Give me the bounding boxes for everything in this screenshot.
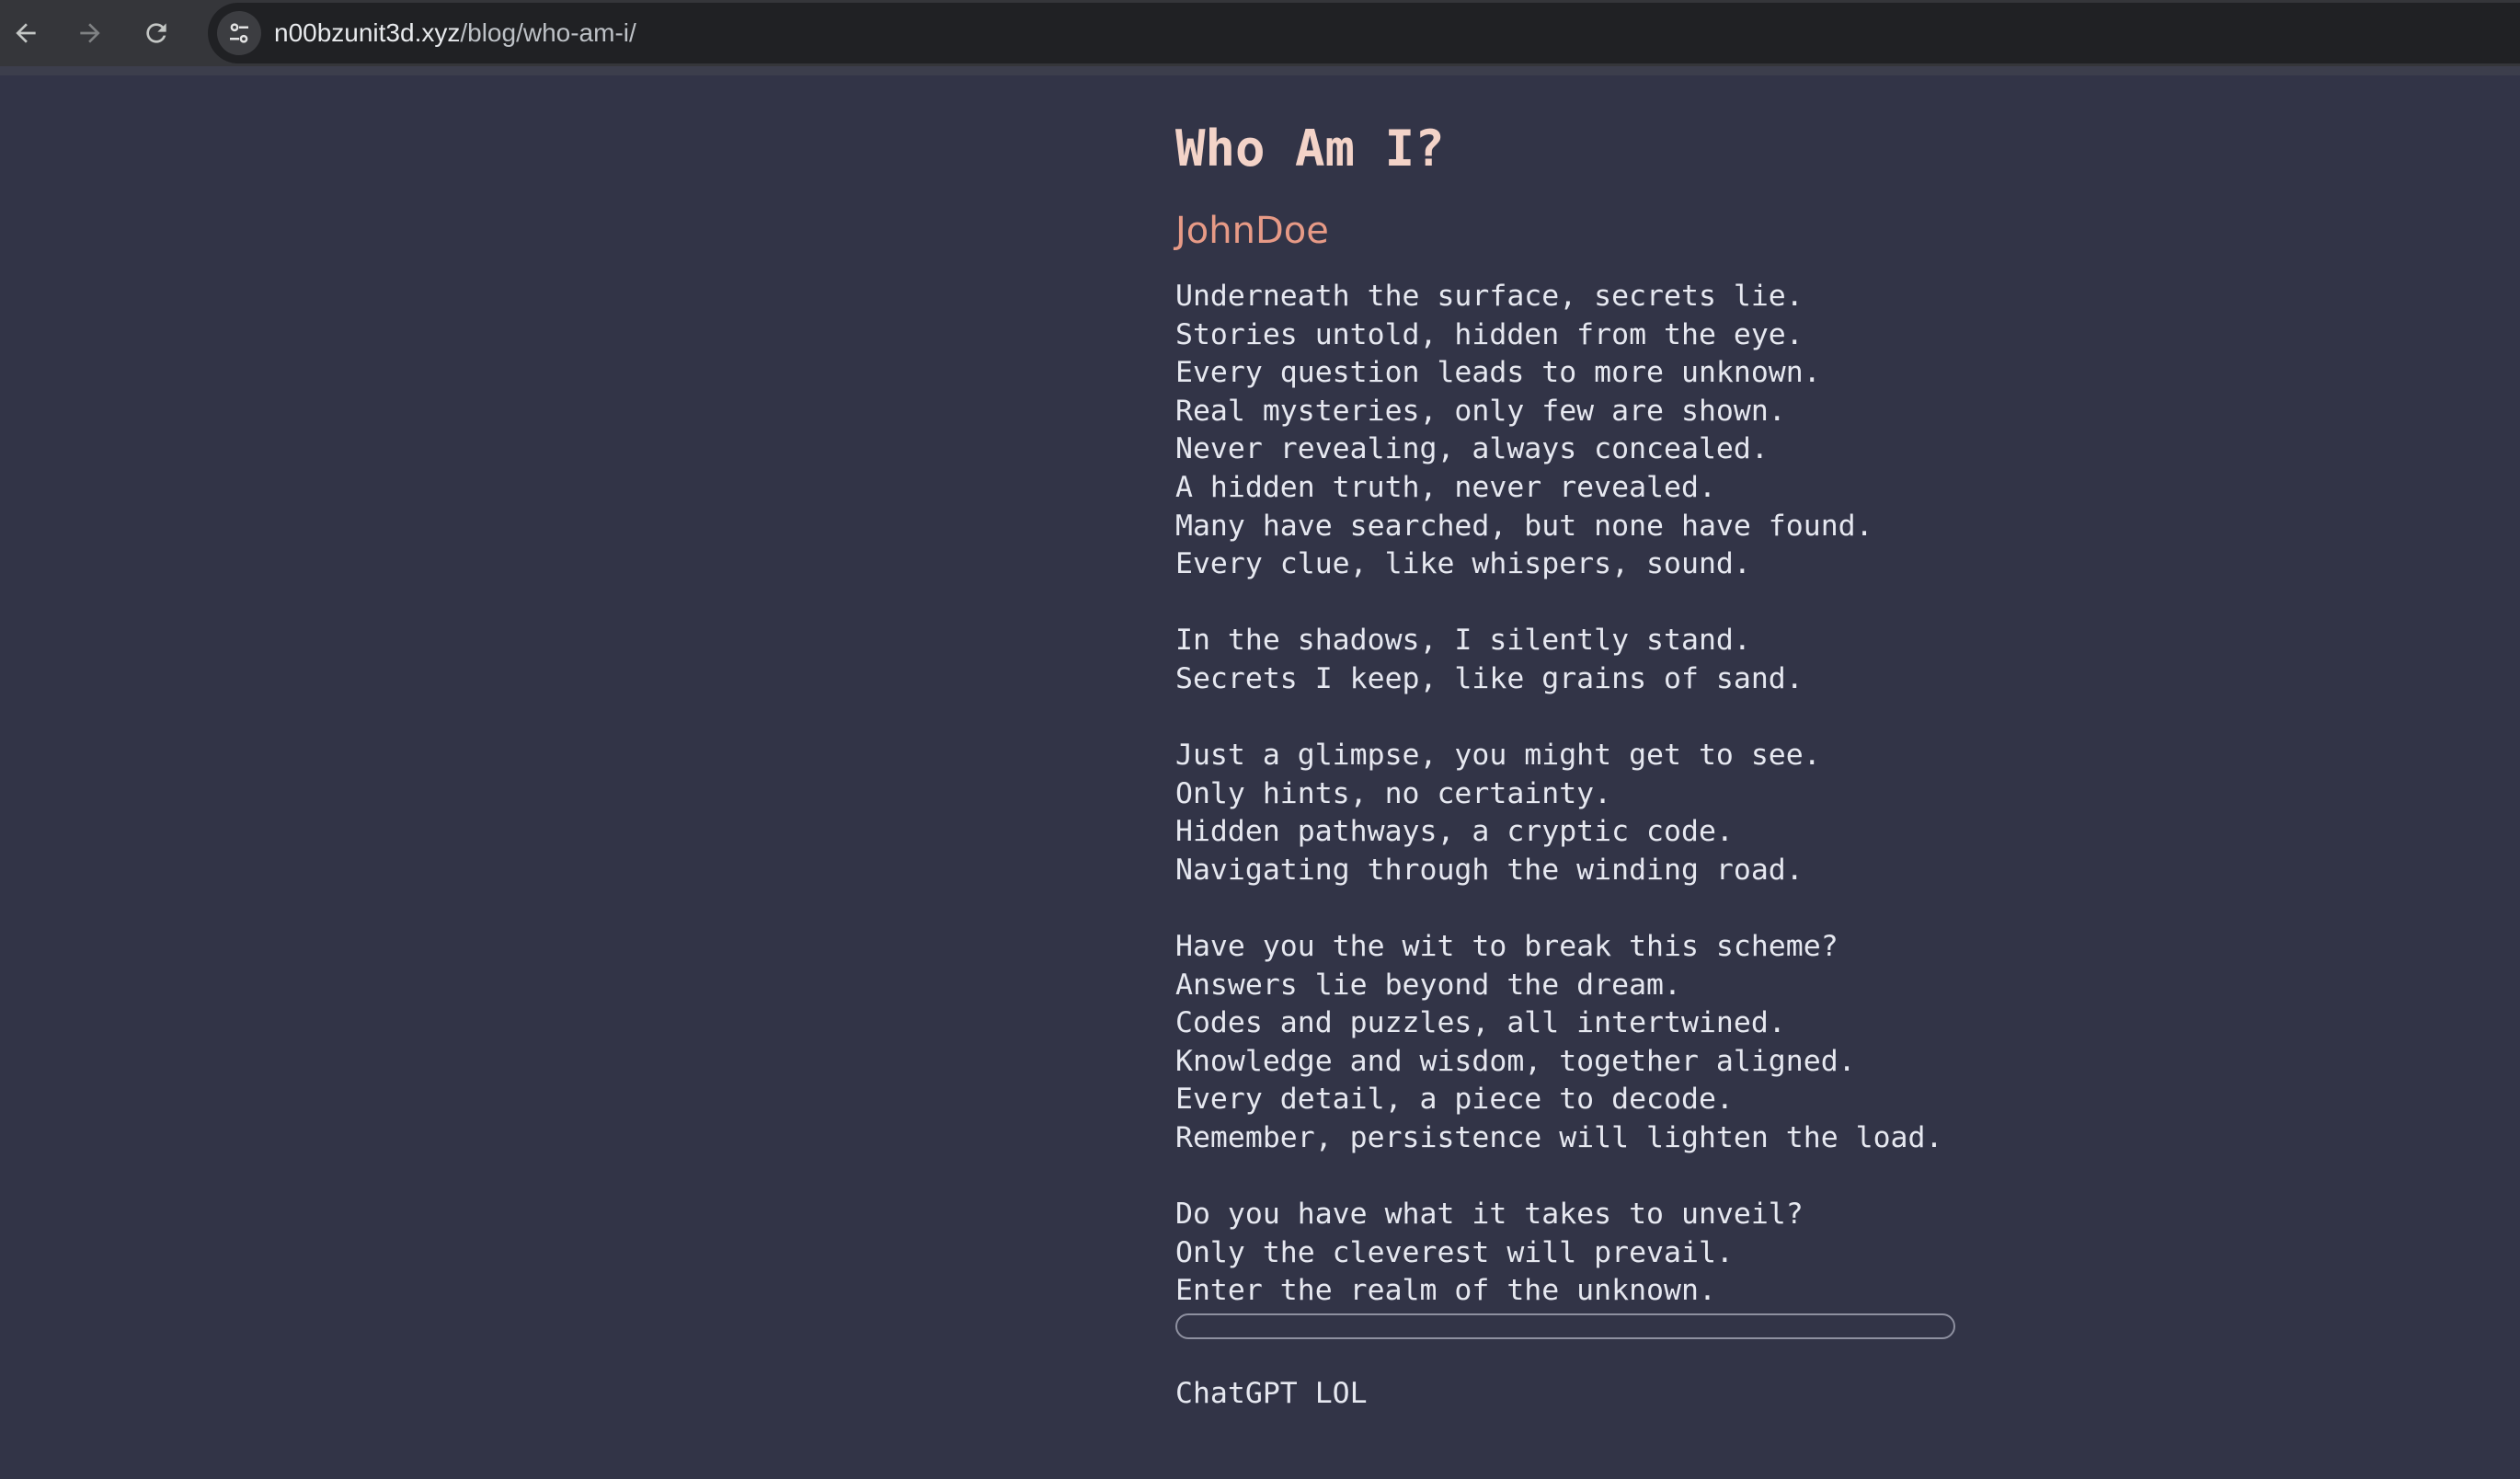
poem-line: Hidden pathways, a cryptic code. bbox=[1175, 815, 1734, 849]
tune-icon bbox=[230, 23, 248, 43]
url-text[interactable]: n00bzunit3d.xyz/blog/who-am-i/ bbox=[274, 3, 636, 63]
poem-body: Underneath the surface, secrets lie. Stor… bbox=[1175, 278, 1942, 1311]
reload-icon bbox=[146, 23, 166, 43]
post-footer: ChatGPT LOL bbox=[1175, 1377, 1368, 1410]
horizontal-rule bbox=[1175, 1313, 1955, 1339]
poem-line: Real mysteries, only few are shown. bbox=[1175, 394, 1786, 428]
poem-line: Only hints, no certainty. bbox=[1175, 776, 1612, 810]
poem-line bbox=[1175, 890, 1942, 929]
url-host: n00bzunit3d.xyz bbox=[274, 18, 461, 47]
poem-line: In the shadows, I silently stand. bbox=[1175, 624, 1751, 658]
poem-line: Underneath the surface, secrets lie. bbox=[1175, 280, 1804, 313]
poem-line: A hidden truth, never revealed. bbox=[1175, 470, 1716, 504]
poem-line: Only the cleverest will prevail. bbox=[1175, 1235, 1734, 1269]
forward-button[interactable] bbox=[70, 13, 110, 53]
poem-line: Never revealing, always concealed. bbox=[1175, 432, 1769, 466]
browser-toolbar: n00bzunit3d.xyz/blog/who-am-i/ bbox=[0, 0, 2520, 75]
site-info-button[interactable] bbox=[217, 11, 261, 55]
back-button[interactable] bbox=[6, 13, 46, 53]
poem-line: Just a glimpse, you might get to see. bbox=[1175, 739, 1821, 773]
poem-line: Knowledge and wisdom, together aligned. bbox=[1175, 1044, 1856, 1078]
poem-line: Enter the realm of the unknown. bbox=[1175, 1274, 1716, 1308]
poem-line: Secrets I keep, like grains of sand. bbox=[1175, 661, 1804, 695]
address-bar[interactable]: n00bzunit3d.xyz/blog/who-am-i/ bbox=[208, 3, 2520, 63]
poem-line: Every clue, like whispers, sound. bbox=[1175, 547, 1751, 581]
poem-line: Do you have what it takes to unveil? bbox=[1175, 1198, 1804, 1232]
poem-line bbox=[1175, 699, 1942, 738]
poem-line: Many have searched, but none have found. bbox=[1175, 509, 1873, 543]
poem-line bbox=[1175, 1158, 1942, 1197]
post-author: JohnDoe bbox=[1175, 210, 1329, 252]
reload-button[interactable] bbox=[136, 13, 177, 53]
post-title: Who Am I? bbox=[1175, 120, 1445, 178]
url-path: /blog/who-am-i/ bbox=[460, 18, 636, 47]
poem-line: Every question leads to more unknown. bbox=[1175, 356, 1821, 390]
poem-line: Stories untold, hidden from the eye. bbox=[1175, 317, 1804, 351]
arrow-right-icon bbox=[80, 23, 100, 43]
poem-line: Navigating through the winding road. bbox=[1175, 853, 1804, 887]
arrow-left-icon bbox=[16, 23, 36, 43]
poem-line bbox=[1175, 584, 1942, 623]
poem-line: Answers lie beyond the dream. bbox=[1175, 968, 1681, 1002]
poem-line: Every detail, a piece to decode. bbox=[1175, 1083, 1734, 1117]
poem-line: Codes and puzzles, all intertwined. bbox=[1175, 1006, 1786, 1040]
poem-line: Remember, persistence will lighten the l… bbox=[1175, 1121, 1943, 1155]
poem-line: Have you the wit to break this scheme? bbox=[1175, 930, 1838, 964]
